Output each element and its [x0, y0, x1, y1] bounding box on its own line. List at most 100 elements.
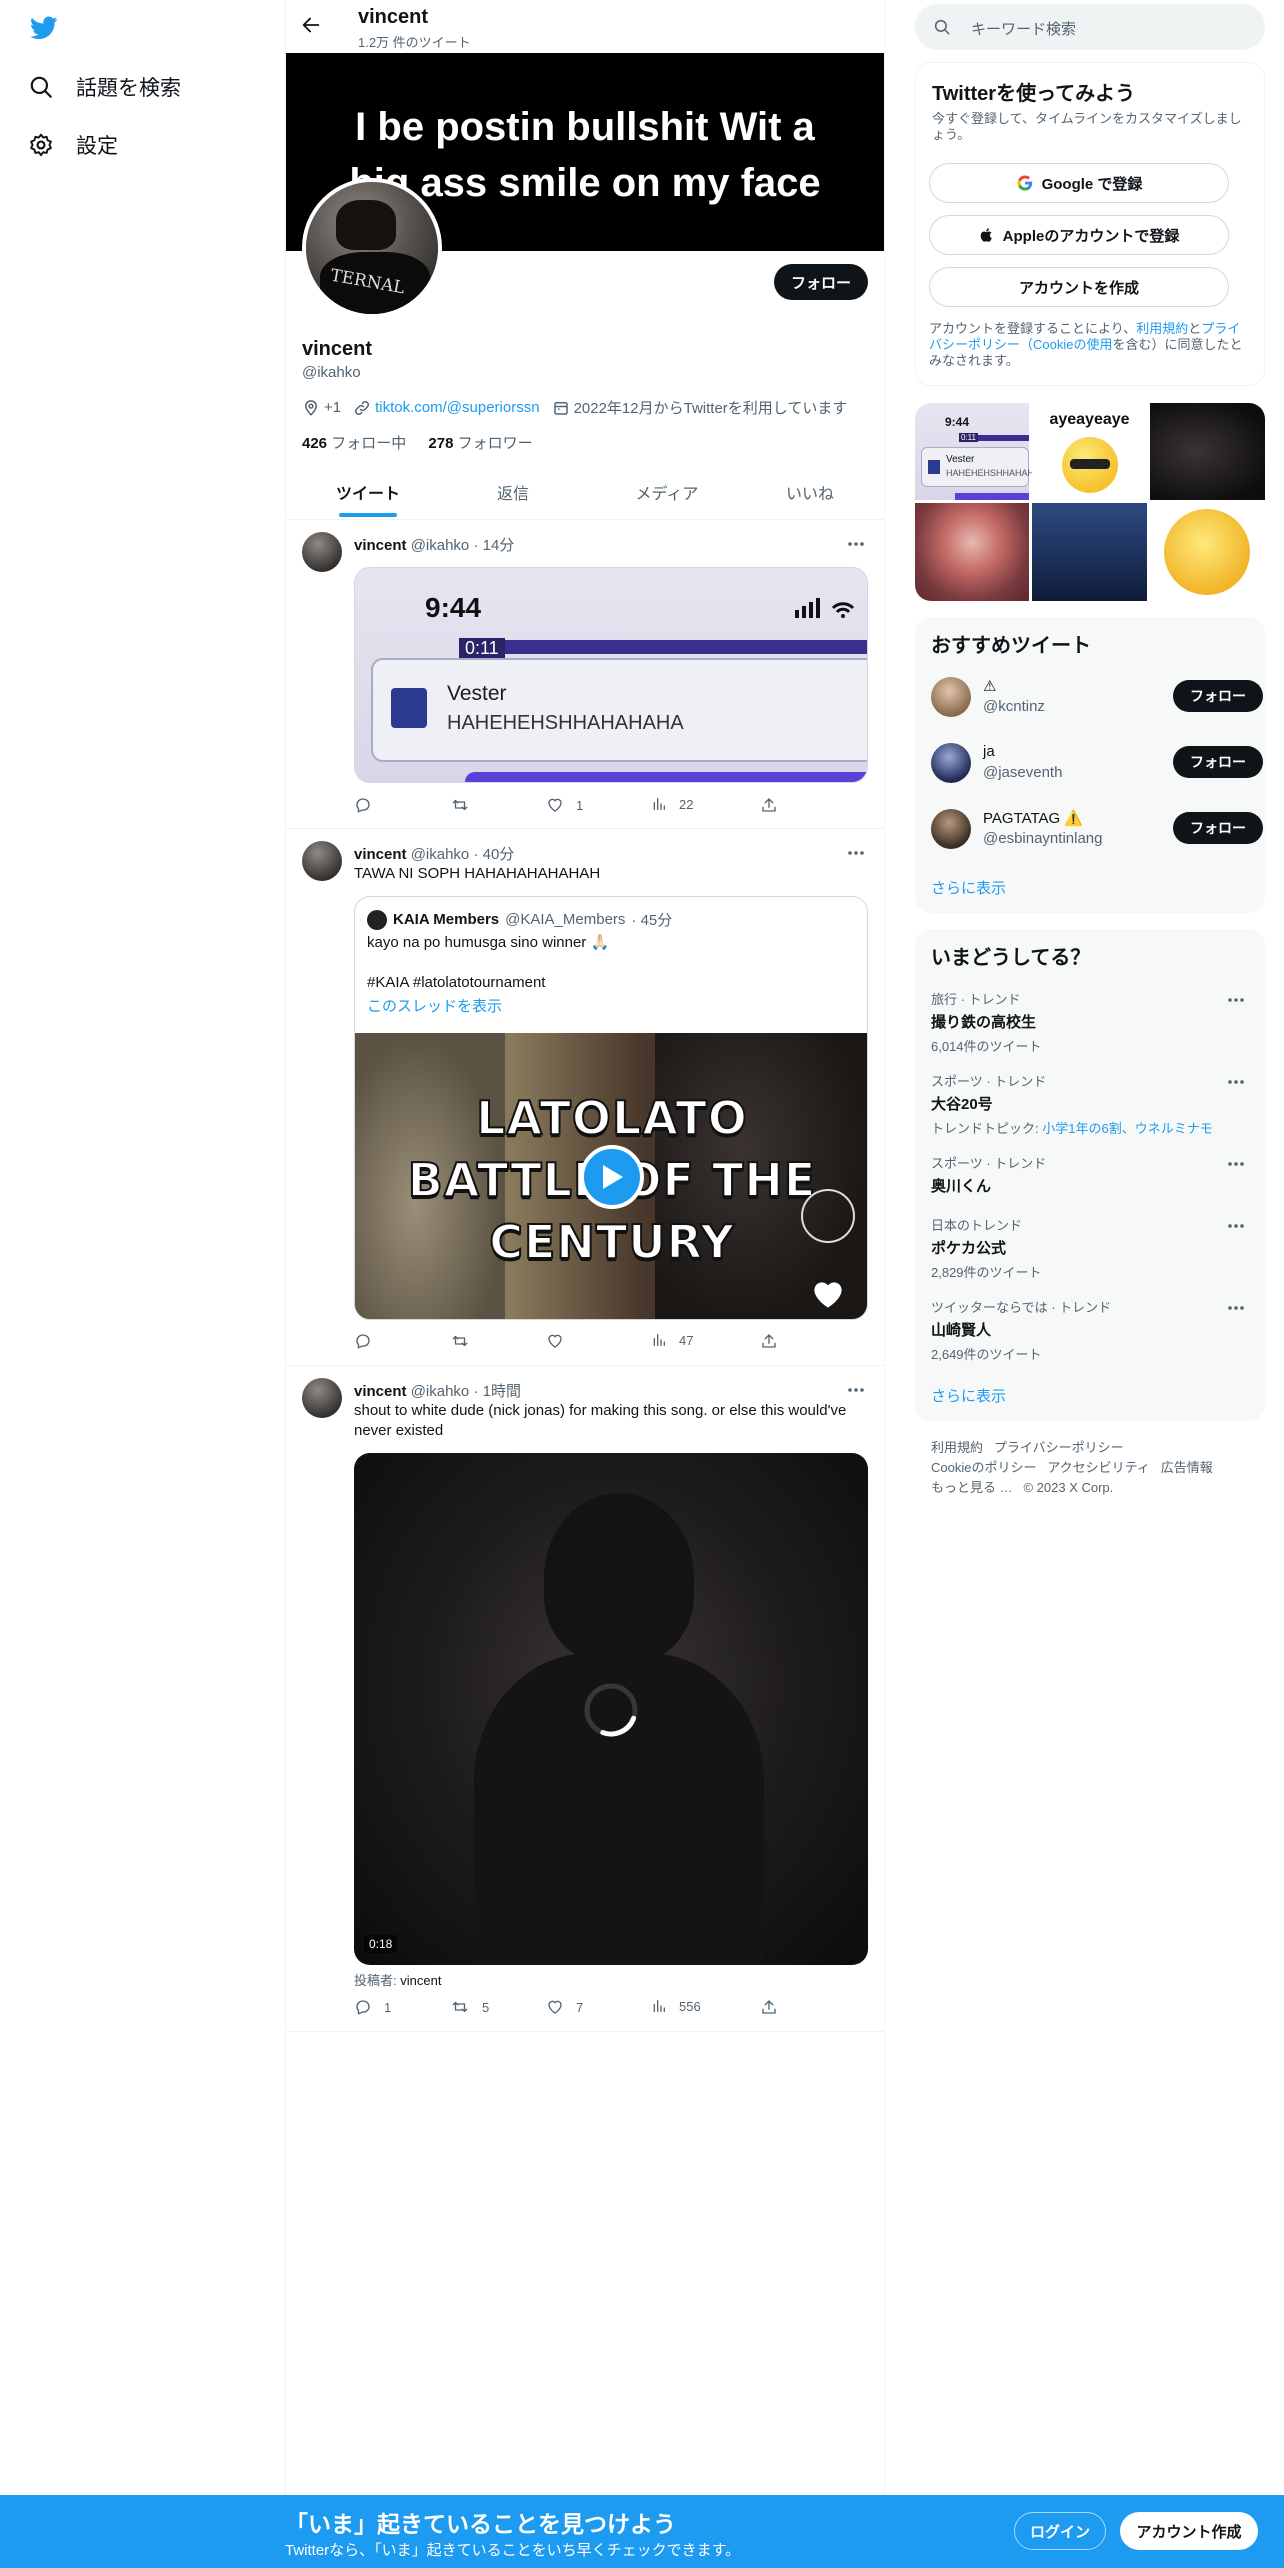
create-account-button[interactable]: アカウントを作成: [929, 267, 1229, 307]
suggestion-follow-button[interactable]: フォロー: [1173, 680, 1263, 712]
footer-more-link[interactable]: もっと見る …: [931, 1480, 1013, 1495]
apple-signup-button[interactable]: Appleのアカウントで登録: [929, 215, 1229, 255]
back-arrow-icon[interactable]: [300, 14, 322, 36]
tweet-time[interactable]: · 1時間: [473, 1383, 521, 1400]
trend-item-2[interactable]: スポーツ · トレンド 大谷20号 トレンドトピック: 小学1年の6割、ウネルミ…: [931, 1071, 1251, 1137]
tweet-author-name[interactable]: vincent: [354, 846, 407, 863]
search-icon: [28, 74, 54, 100]
tweet-author-name[interactable]: vincent: [354, 1383, 407, 1400]
share-button[interactable]: [760, 796, 778, 814]
tab-likes[interactable]: いいね: [735, 466, 885, 518]
reply-icon: [354, 1332, 372, 1350]
media-card-name: Vester: [447, 682, 507, 705]
footer-link[interactable]: プライバシーポリシー: [994, 1440, 1124, 1455]
gallery-tile-2[interactable]: ayeayeaye: [1032, 403, 1147, 500]
trend-more-icon[interactable]: [1227, 1079, 1245, 1085]
more-options-icon[interactable]: [844, 532, 868, 556]
reply-button[interactable]: [354, 1332, 384, 1350]
trend-item-1[interactable]: 旅行 · トレンド 撮り鉄の高校生 6,014件のツイート: [931, 989, 1251, 1055]
trend-item-4[interactable]: 日本のトレンド ポケカ公式 2,829件のツイート: [931, 1215, 1251, 1281]
following-stat[interactable]: 426 フォロー中: [302, 435, 406, 452]
like-button[interactable]: 7: [546, 1998, 583, 2016]
footer-link[interactable]: 利用規約: [931, 1440, 983, 1455]
avatar[interactable]: [302, 841, 342, 881]
trend-more-icon[interactable]: [1227, 1161, 1245, 1167]
trend-more-icon[interactable]: [1227, 1305, 1245, 1311]
followers-stat[interactable]: 278 フォロワー: [428, 435, 532, 452]
gallery-tile-3[interactable]: [1150, 403, 1265, 500]
gallery-tile-1[interactable]: 9:44 0:11 Vester HAHEHEHSHHAHAHAHA: [915, 403, 1053, 500]
tweet-3[interactable]: vincent @ikahko · 1時間 shout to white dud…: [286, 1366, 884, 2032]
more-options-icon[interactable]: [844, 1378, 868, 1402]
quoted-text-1: kayo na po humusga sino winner 🙏🏻: [367, 934, 610, 951]
tweet-video[interactable]: 0:18: [354, 1453, 868, 1965]
tab-replies[interactable]: 返信: [438, 466, 588, 518]
signup-button[interactable]: アカウント作成: [1120, 2512, 1258, 2550]
gallery-tile-6[interactable]: [1150, 503, 1265, 601]
suggestion-follow-button[interactable]: フォロー: [1173, 746, 1263, 778]
trend-more-icon[interactable]: [1227, 1223, 1245, 1229]
views-button[interactable]: 556: [651, 1998, 701, 2014]
like-button[interactable]: 1: [546, 796, 583, 814]
retweet-button[interactable]: 5: [450, 1998, 489, 2016]
tab-tweets[interactable]: ツイート: [293, 466, 443, 518]
trend-item-5[interactable]: ツイッターならでは · トレンド 山崎賢人 2,649件のツイート: [931, 1297, 1251, 1363]
nav-explore[interactable]: 話題を検索: [28, 72, 181, 102]
gallery-tile-2-sunglasses: [1070, 459, 1110, 469]
gallery-tile-5[interactable]: [1032, 503, 1147, 601]
tweet-1[interactable]: vincent @ikahko · 14分 9:44 0:11 Vester H…: [286, 520, 884, 829]
reply-button[interactable]: 1: [354, 1998, 391, 2016]
attribution-name[interactable]: vincent: [400, 1973, 441, 1988]
tweet-author-name[interactable]: vincent: [354, 537, 407, 554]
suggestions-show-more[interactable]: さらに表示: [931, 877, 1006, 898]
share-button[interactable]: [760, 1332, 778, 1350]
share-button[interactable]: [760, 1998, 778, 2016]
like-button[interactable]: [546, 1332, 576, 1350]
heart-icon: [546, 1998, 564, 2016]
suggestion-item-3[interactable]: PAGTATAG ⚠️ @esbinayntinlang フォロー: [931, 805, 1263, 853]
footer-link[interactable]: 広告情報: [1161, 1460, 1213, 1475]
search-box[interactable]: キーワード検索: [915, 4, 1265, 50]
retweet-button[interactable]: [450, 1332, 482, 1350]
trend-meta: 旅行 · トレンド: [931, 992, 1021, 1007]
suggestion-item-2[interactable]: ja @jaseventh フォロー: [931, 739, 1263, 787]
retweet-button[interactable]: [450, 796, 482, 814]
tab-active-indicator: [339, 513, 397, 517]
tweet-2[interactable]: vincent @ikahko · 40分 TAWA NI SOPH HAHAH…: [286, 829, 884, 1366]
footer-link[interactable]: Cookieのポリシー: [931, 1460, 1036, 1475]
play-button[interactable]: [580, 1145, 644, 1209]
views-button[interactable]: 22: [651, 796, 693, 812]
follow-button[interactable]: フォロー: [774, 264, 868, 300]
nav-settings[interactable]: 設定: [28, 130, 118, 160]
trends-show-more[interactable]: さらに表示: [931, 1385, 1006, 1406]
gallery-tile-4[interactable]: [915, 503, 1029, 601]
avatar[interactable]: [302, 1378, 342, 1418]
suggestion-item-1[interactable]: ⚠ @kcntinz フォロー: [931, 673, 1263, 721]
reply-button[interactable]: [354, 796, 384, 814]
quoted-video[interactable]: LATOLATO BATTLE OF THE CENTURY: [355, 1033, 867, 1319]
login-button[interactable]: ログイン: [1014, 2512, 1106, 2550]
tweet-time[interactable]: · 14分: [473, 537, 514, 554]
trend-item-3[interactable]: スポーツ · トレンド 奥川くん: [931, 1153, 1251, 1196]
footer-link[interactable]: アクセシビリティ: [1047, 1460, 1150, 1475]
trend-topic-link[interactable]: 小学1年の6割、ウネルミナモ: [1042, 1121, 1212, 1136]
quoted-tweet[interactable]: KAIA Members @KAIA_Members · 45分 kayo na…: [354, 896, 868, 1320]
profile-avatar[interactable]: TERNAL: [302, 178, 442, 318]
show-thread-link[interactable]: このスレッドを表示: [367, 997, 502, 1017]
profile-website-link[interactable]: tiktok.com/@superiorssn: [375, 399, 539, 416]
google-signup-button[interactable]: Google で登録: [929, 163, 1229, 203]
suggestion-handle: @esbinayntinlang: [983, 830, 1103, 847]
terms-link[interactable]: 利用規約: [1136, 321, 1188, 336]
like-count: 7: [576, 1999, 584, 2015]
tab-media[interactable]: メディア: [592, 466, 742, 518]
views-button[interactable]: 47: [651, 1332, 693, 1348]
tweet-time[interactable]: · 40分: [473, 846, 514, 863]
more-options-icon[interactable]: [844, 841, 868, 865]
trend-more-icon[interactable]: [1227, 997, 1245, 1003]
tweet-media-image[interactable]: 9:44 0:11 Vester HAHEHEHSHHAHAHAHA: [354, 567, 868, 783]
trend-meta: ツイッターならでは · トレンド: [931, 1300, 1112, 1315]
twitter-logo-icon[interactable]: [28, 14, 60, 42]
share-icon: [760, 796, 778, 814]
avatar[interactable]: [302, 532, 342, 572]
suggestion-follow-button[interactable]: フォロー: [1173, 812, 1263, 844]
